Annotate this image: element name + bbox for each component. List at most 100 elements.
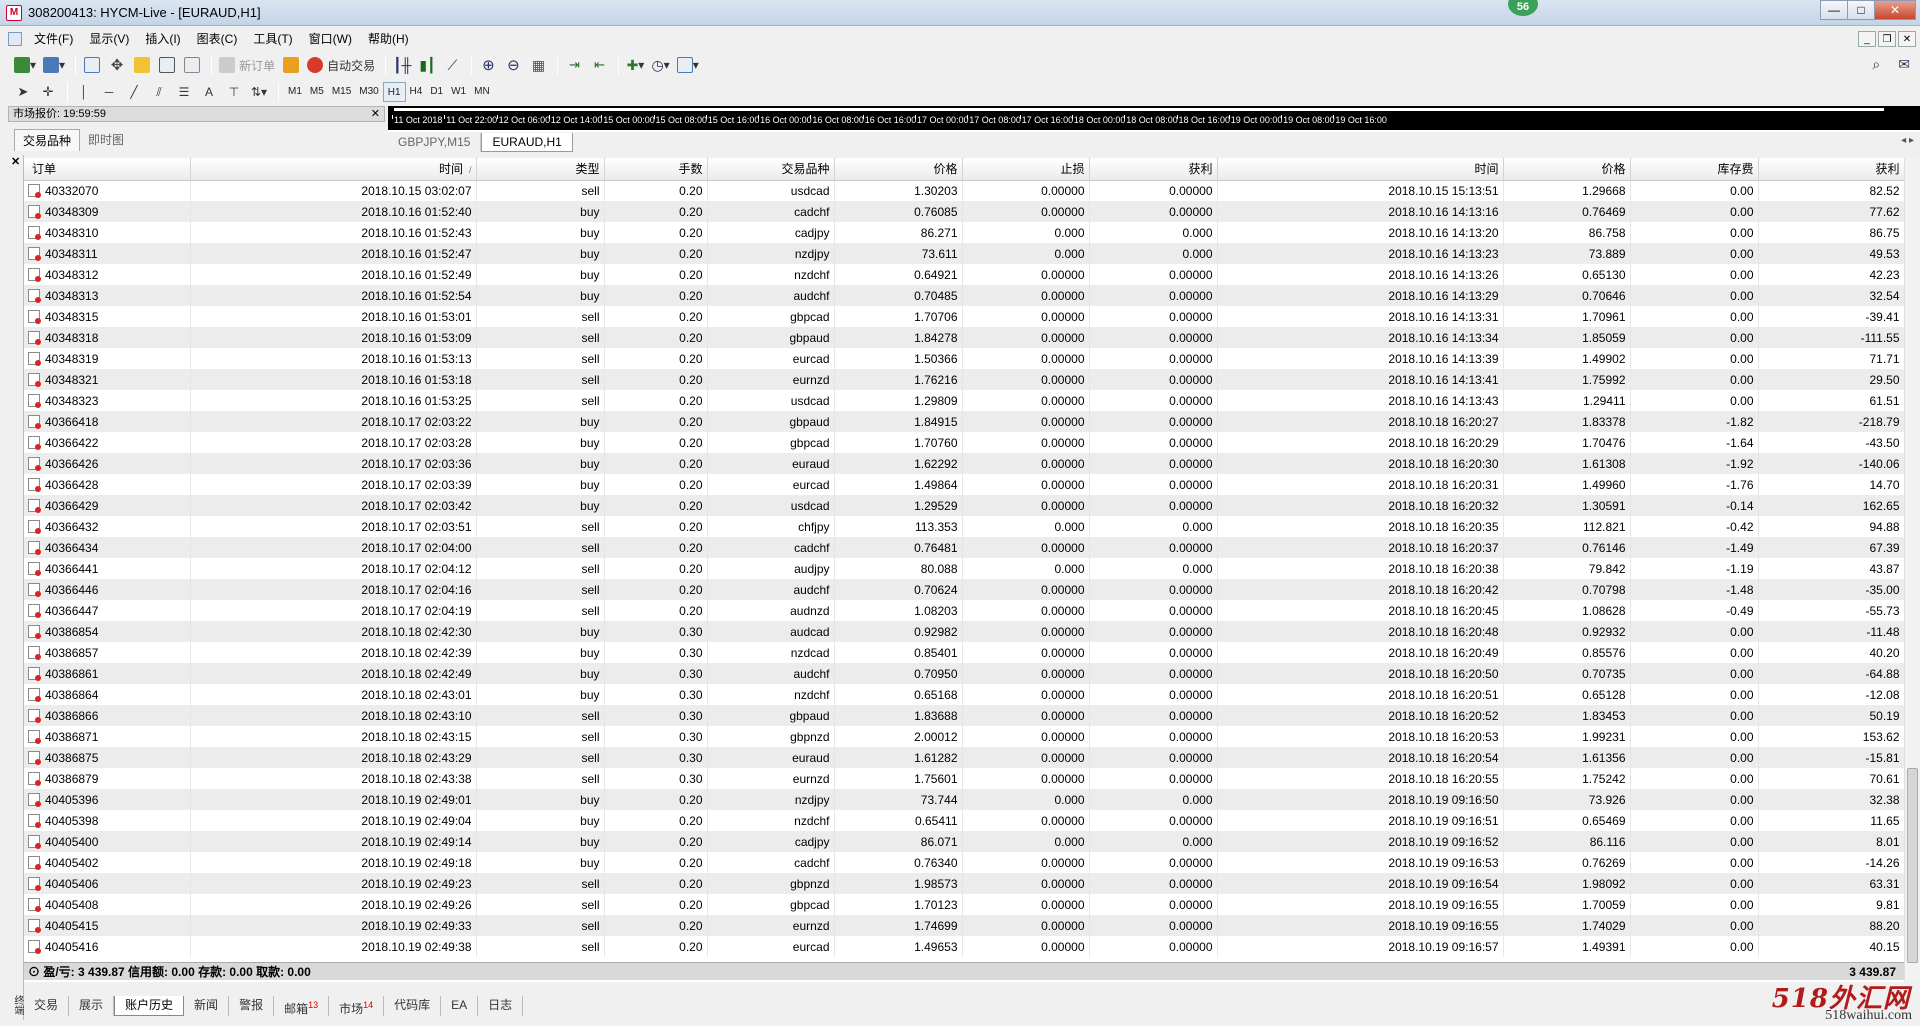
timeframe-m5[interactable]: M5 [306, 82, 328, 102]
timeframe-m15[interactable]: M15 [328, 82, 355, 102]
col-open-price[interactable]: 价格 [834, 158, 963, 181]
terminal-tab[interactable]: 市场14 [329, 996, 385, 1016]
timeframe-h4[interactable]: H4 [406, 82, 427, 102]
navigator-button[interactable] [131, 54, 153, 76]
vertical-scrollbar[interactable] [1904, 158, 1920, 980]
table-row[interactable]: 40366446 2018.10.17 02:04:16 sell 0.20 audch… [24, 579, 1904, 600]
trendline-button[interactable]: ╱ [123, 81, 145, 103]
table-row[interactable]: 40386879 2018.10.18 02:43:38 sell 0.30 eurnz… [24, 768, 1904, 789]
col-profit[interactable]: 获利 [1758, 158, 1904, 181]
menu-charts[interactable]: 图表(C) [189, 29, 246, 49]
new-chart-button[interactable]: ▾ [12, 54, 38, 76]
table-row[interactable]: 40348319 2018.10.16 01:53:13 sell 0.20 eurca… [24, 348, 1904, 369]
menu-tools[interactable]: 工具(T) [245, 29, 300, 49]
menu-window[interactable]: 窗口(W) [301, 29, 360, 49]
table-row[interactable]: 40405416 2018.10.19 02:49:38 sell 0.20 eurca… [24, 936, 1904, 957]
col-stop-loss[interactable]: 止损 [962, 158, 1090, 181]
table-row[interactable]: 40348318 2018.10.16 01:53:09 sell 0.20 gbpau… [24, 327, 1904, 348]
zoom-out-button[interactable]: ⊖ [502, 54, 524, 76]
cursor-button[interactable]: ➤ [12, 81, 34, 103]
chart-scrollbar[interactable] [394, 108, 1884, 111]
col-take-profit[interactable]: 获利 [1089, 158, 1218, 181]
zoom-in-button[interactable]: ⊕ [477, 54, 499, 76]
col-type[interactable]: 类型 [476, 158, 605, 181]
table-row[interactable]: 40366429 2018.10.17 02:03:42 buy 0.20 usdcad… [24, 495, 1904, 516]
col-close-time[interactable]: 时间 [1217, 158, 1504, 181]
table-row[interactable]: 40386871 2018.10.18 02:43:15 sell 0.30 gbpnz… [24, 726, 1904, 747]
terminal-tab[interactable]: 代码库 [384, 996, 442, 1016]
new-order-button[interactable]: 新订单 [217, 54, 277, 76]
table-row[interactable]: 40386857 2018.10.18 02:42:39 buy 0.30 nzdcad… [24, 642, 1904, 663]
table-row[interactable]: 40366432 2018.10.17 02:03:51 sell 0.20 chfjp… [24, 516, 1904, 537]
table-row[interactable]: 40405408 2018.10.19 02:49:26 sell 0.20 gbpca… [24, 894, 1904, 915]
scrollbar-thumb[interactable] [1907, 768, 1918, 963]
table-row[interactable]: 40405415 2018.10.19 02:49:33 sell 0.20 eurnz… [24, 915, 1904, 936]
candlestick-button[interactable]: ▮┃ [416, 54, 438, 76]
table-row[interactable]: 40348311 2018.10.16 01:52:47 buy 0.20 nzdjpy… [24, 243, 1904, 264]
mdi-close-button[interactable]: ✕ [1898, 31, 1916, 47]
col-symbol[interactable]: 交易品种 [707, 158, 835, 181]
table-row[interactable]: 40348312 2018.10.16 01:52:49 buy 0.20 nzdchf… [24, 264, 1904, 285]
col-open-time[interactable]: 时间 / [190, 158, 477, 181]
table-row[interactable]: 40366447 2018.10.17 02:04:19 sell 0.20 audnz… [24, 600, 1904, 621]
chart-shift-button[interactable]: ⇤ [588, 54, 610, 76]
table-row[interactable]: 40348313 2018.10.16 01:52:54 buy 0.20 audchf… [24, 285, 1904, 306]
text-button[interactable]: A [198, 81, 220, 103]
line-chart-button[interactable]: ⟋ [441, 54, 463, 76]
terminal-tab[interactable]: 邮箱13 [274, 996, 330, 1016]
tab-scroll-arrows-icon[interactable]: ◂ ▸ [1901, 135, 1914, 146]
table-row[interactable]: 40405400 2018.10.19 02:49:14 buy 0.20 cadjpy… [24, 831, 1904, 852]
chart-window[interactable]: 11 Oct 2018 11 Oct 22:00 12 Oct 06:00 12 Oc… [388, 106, 1920, 132]
bar-chart-button[interactable]: ┃╫ [391, 54, 413, 76]
terminal-tab[interactable]: 警报 [229, 996, 275, 1016]
table-row[interactable]: 40366422 2018.10.17 02:03:28 buy 0.20 gbpcad… [24, 432, 1904, 453]
terminal-tab[interactable]: 展示 [69, 996, 115, 1016]
table-row[interactable]: 40405402 2018.10.19 02:49:18 buy 0.20 cadchf… [24, 852, 1904, 873]
table-row[interactable]: 40405396 2018.10.19 02:49:01 buy 0.20 nzdjpy… [24, 789, 1904, 810]
table-row[interactable]: 40386854 2018.10.18 02:42:30 buy 0.30 audcad… [24, 621, 1904, 642]
terminal-tab[interactable]: EA [441, 996, 479, 1016]
menu-insert[interactable]: 插入(I) [137, 29, 188, 49]
table-row[interactable]: 40386866 2018.10.18 02:43:10 sell 0.30 gbpau… [24, 705, 1904, 726]
table-row[interactable]: 40405406 2018.10.19 02:49:23 sell 0.20 gbpnz… [24, 873, 1904, 894]
chart-tab-gbpjpy[interactable]: GBPJPY,M15 [388, 133, 482, 152]
tab-symbols[interactable]: 交易品种 [14, 129, 81, 151]
col-close-price[interactable]: 价格 [1503, 158, 1631, 181]
strategy-tester-button[interactable] [181, 54, 203, 76]
table-row[interactable]: 40366434 2018.10.17 02:04:00 sell 0.20 cadch… [24, 537, 1904, 558]
table-row[interactable]: 40366441 2018.10.17 02:04:12 sell 0.20 audjp… [24, 558, 1904, 579]
auto-scroll-button[interactable]: ⇥ [563, 54, 585, 76]
profiles-button[interactable]: ▾ [41, 54, 67, 76]
table-row[interactable]: 40348310 2018.10.16 01:52:43 buy 0.20 cadjpy… [24, 222, 1904, 243]
table-row[interactable]: 40386861 2018.10.18 02:42:49 buy 0.30 audchf… [24, 663, 1904, 684]
terminal-button[interactable] [156, 54, 178, 76]
table-row[interactable]: 40348323 2018.10.16 01:53:25 sell 0.20 usdca… [24, 390, 1904, 411]
menu-view[interactable]: 显示(V) [81, 29, 137, 49]
terminal-tab[interactable]: 账户历史 [114, 996, 185, 1016]
templates-button[interactable]: ▾ [675, 54, 701, 76]
periods-button[interactable]: ◷ ▾ [649, 54, 671, 76]
maximize-button[interactable]: □ [1847, 0, 1875, 20]
tab-tick-chart[interactable]: 即时图 [80, 129, 133, 151]
close-icon[interactable]: ✕ [8, 155, 23, 168]
chart-tab-euraud[interactable]: EURAUD,H1 [481, 133, 573, 152]
table-row[interactable]: 40348321 2018.10.16 01:53:18 sell 0.20 eurnz… [24, 369, 1904, 390]
mdi-restore-button[interactable]: ❐ [1878, 31, 1896, 47]
metaeditor-button[interactable] [280, 54, 302, 76]
table-row[interactable]: 40386864 2018.10.18 02:43:01 buy 0.30 nzdchf… [24, 684, 1904, 705]
timeframe-m1[interactable]: M1 [284, 82, 306, 102]
notification-badge[interactable]: 56 [1508, 0, 1538, 16]
table-row[interactable]: 40332070 2018.10.15 03:02:07 sell 0.20 usdca… [24, 180, 1904, 201]
equidistant-channel-button[interactable]: ⫽ [148, 81, 170, 103]
timeframe-w1[interactable]: W1 [447, 82, 470, 102]
text-label-button[interactable]: ⊤ [223, 81, 245, 103]
col-swap[interactable]: 库存费 [1630, 158, 1759, 181]
indicators-button[interactable]: ✚ ▾ [624, 54, 646, 76]
col-volume[interactable]: 手数 [604, 158, 708, 181]
menu-help[interactable]: 帮助(H) [360, 29, 417, 49]
minimize-button[interactable]: — [1820, 0, 1848, 20]
table-row[interactable]: 40366428 2018.10.17 02:03:39 buy 0.20 eurcad… [24, 474, 1904, 495]
timeframe-mn[interactable]: MN [470, 82, 494, 102]
search-icon[interactable]: ⌕ [1872, 56, 1880, 73]
timeframe-m30[interactable]: M30 [355, 82, 382, 102]
